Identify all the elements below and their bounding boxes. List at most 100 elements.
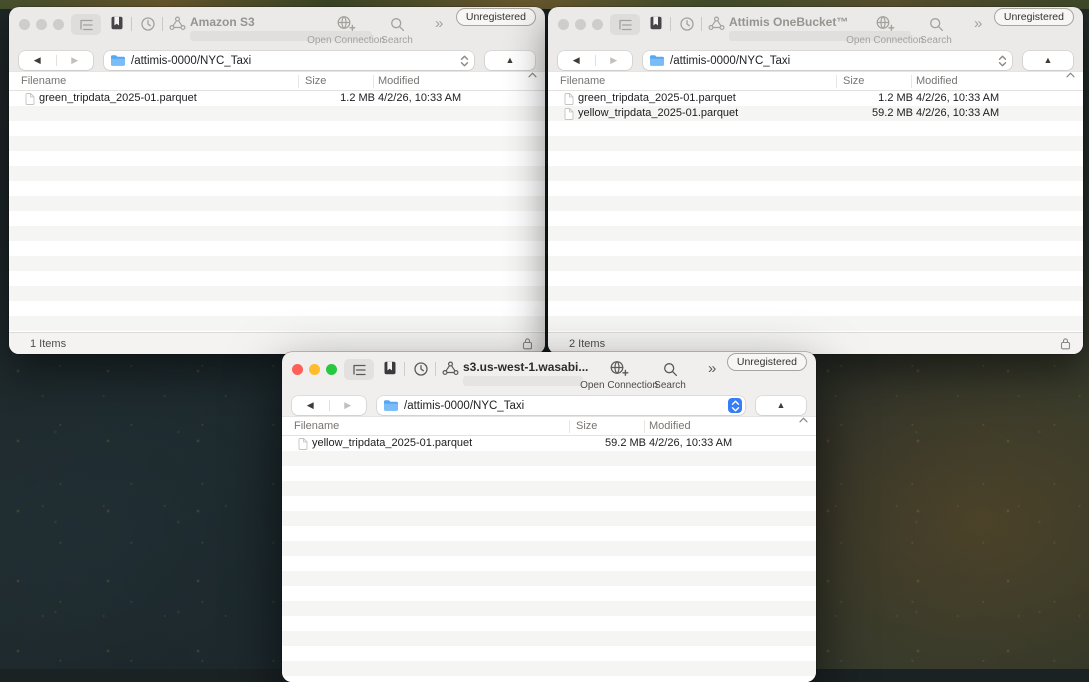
column-size[interactable]: Size xyxy=(843,72,864,91)
path-stepper-icon[interactable] xyxy=(457,53,471,68)
back-button[interactable]: ◀ xyxy=(19,51,56,70)
column-modified[interactable]: Modified xyxy=(916,72,958,91)
minimize-button[interactable] xyxy=(36,19,47,30)
file-name: green_tripdata_2025-01.parquet xyxy=(39,91,197,106)
file-name: yellow_tripdata_2025-01.parquet xyxy=(578,106,738,121)
zoom-button[interactable] xyxy=(53,19,64,30)
file-size: 59.2 MB xyxy=(872,106,913,121)
history-icon[interactable] xyxy=(678,15,695,32)
history-nav-segment: ◀ ▶ xyxy=(558,51,632,70)
column-modified[interactable]: Modified xyxy=(378,72,420,91)
file-row[interactable]: green_tripdata_2025-01.parquet1.2 MB4/2/… xyxy=(9,91,545,106)
window-title: s3.us-west-1.wasabi... xyxy=(463,360,588,374)
outline-view-icon[interactable] xyxy=(610,14,640,35)
file-size: 1.2 MB xyxy=(340,91,375,106)
path-stepper-icon[interactable] xyxy=(728,398,742,413)
go-up-button[interactable]: ▲ xyxy=(1023,51,1073,70)
outline-view-icon[interactable] xyxy=(71,14,101,35)
history-icon[interactable] xyxy=(139,15,156,32)
file-modified: 4/2/26, 10:33 AM xyxy=(916,91,999,106)
back-button[interactable]: ◀ xyxy=(558,51,595,70)
bookmarks-icon[interactable] xyxy=(110,15,124,31)
window-toolbar[interactable]: Amazon S3 Open Connection Search » Unreg… xyxy=(9,7,545,50)
bookmarks-icon[interactable] xyxy=(649,15,663,31)
file-row[interactable]: green_tripdata_2025-01.parquet1.2 MB4/2/… xyxy=(548,91,1083,106)
go-up-button[interactable]: ▲ xyxy=(756,396,806,415)
toolbar-divider xyxy=(162,17,163,31)
file-size: 59.2 MB xyxy=(605,436,646,451)
history-nav-segment: ◀ ▶ xyxy=(292,396,366,415)
connections-icon[interactable] xyxy=(707,15,725,32)
status-bar: 2 Items xyxy=(548,332,1083,354)
search-icon xyxy=(371,13,423,32)
minimize-button[interactable] xyxy=(309,364,320,375)
back-button[interactable]: ◀ xyxy=(292,396,329,415)
search-button[interactable]: Search xyxy=(644,358,696,391)
outline-view-icon[interactable] xyxy=(344,359,374,380)
close-button[interactable] xyxy=(292,364,303,375)
file-icon xyxy=(564,93,574,105)
connections-icon[interactable] xyxy=(168,15,186,32)
forward-button[interactable]: ▶ xyxy=(57,51,94,70)
column-size[interactable]: Size xyxy=(576,417,597,436)
lock-icon xyxy=(522,337,533,350)
unregistered-badge[interactable]: Unregistered xyxy=(727,353,807,371)
file-icon xyxy=(298,438,308,450)
connections-icon[interactable] xyxy=(441,360,459,377)
path-bar: ◀ ▶ /attimis-0000/NYC_Taxi ▲ xyxy=(282,395,816,416)
go-up-button[interactable]: ▲ xyxy=(485,51,535,70)
transfer-status-strip xyxy=(463,376,583,386)
forward-button[interactable]: ▶ xyxy=(330,396,367,415)
path-bar: ◀ ▶ /attimis-0000/NYC_Taxi ▲ xyxy=(9,50,545,71)
window-title: Attimis OneBucket™ xyxy=(729,15,848,29)
browser-window-amazon-s3: Amazon S3 Open Connection Search » Unreg… xyxy=(9,7,545,354)
column-modified[interactable]: Modified xyxy=(649,417,691,436)
window-toolbar[interactable]: s3.us-west-1.wasabi... Open Connection S… xyxy=(282,352,816,395)
path-dropdown[interactable]: /attimis-0000/NYC_Taxi xyxy=(377,396,745,415)
browser-window-attimis-onebucket: Attimis OneBucket™ Open Connection Searc… xyxy=(548,7,1083,354)
current-path: /attimis-0000/NYC_Taxi xyxy=(131,55,457,67)
close-button[interactable] xyxy=(19,19,30,30)
path-dropdown[interactable]: /attimis-0000/NYC_Taxi xyxy=(643,51,1012,70)
traffic-lights xyxy=(19,19,64,30)
toolbar-overflow-chevrons-icon[interactable]: » xyxy=(435,16,442,32)
window-toolbar[interactable]: Attimis OneBucket™ Open Connection Searc… xyxy=(548,7,1083,50)
current-path: /attimis-0000/NYC_Taxi xyxy=(404,400,728,412)
column-filename[interactable]: Filename xyxy=(560,72,605,91)
forward-button[interactable]: ▶ xyxy=(596,51,633,70)
column-filename[interactable]: Filename xyxy=(294,417,339,436)
file-icon xyxy=(564,108,574,120)
file-name: green_tripdata_2025-01.parquet xyxy=(578,91,736,106)
unregistered-badge[interactable]: Unregistered xyxy=(456,8,536,26)
column-size[interactable]: Size xyxy=(305,72,326,91)
file-row[interactable]: yellow_tripdata_2025-01.parquet59.2 MB4/… xyxy=(548,106,1083,121)
file-row[interactable]: yellow_tripdata_2025-01.parquet59.2 MB4/… xyxy=(282,436,816,451)
toolbar-overflow-chevrons-icon[interactable]: » xyxy=(974,16,981,32)
minimize-button[interactable] xyxy=(575,19,586,30)
file-modified: 4/2/26, 10:33 AM xyxy=(649,436,732,451)
zoom-button[interactable] xyxy=(326,364,337,375)
folder-icon xyxy=(383,399,399,412)
sort-ascending-icon xyxy=(1066,72,1075,78)
zoom-button[interactable] xyxy=(592,19,603,30)
column-filename[interactable]: Filename xyxy=(21,72,66,91)
search-button[interactable]: Search xyxy=(371,13,423,46)
path-stepper-icon[interactable] xyxy=(995,53,1009,68)
folder-icon xyxy=(649,54,665,67)
file-list[interactable]: yellow_tripdata_2025-01.parquet59.2 MB4/… xyxy=(282,436,816,682)
folder-icon xyxy=(110,54,126,67)
unregistered-badge[interactable]: Unregistered xyxy=(994,8,1074,26)
current-path: /attimis-0000/NYC_Taxi xyxy=(670,55,995,67)
path-dropdown[interactable]: /attimis-0000/NYC_Taxi xyxy=(104,51,474,70)
bookmarks-icon[interactable] xyxy=(383,360,397,376)
search-button[interactable]: Search xyxy=(910,13,962,46)
close-button[interactable] xyxy=(558,19,569,30)
history-icon[interactable] xyxy=(412,360,429,377)
toolbar-divider xyxy=(701,17,702,31)
toolbar-overflow-chevrons-icon[interactable]: » xyxy=(708,361,715,377)
file-list[interactable]: green_tripdata_2025-01.parquet1.2 MB4/2/… xyxy=(548,91,1083,332)
file-icon xyxy=(25,93,35,105)
search-icon xyxy=(644,358,696,377)
file-list[interactable]: green_tripdata_2025-01.parquet1.2 MB4/2/… xyxy=(9,91,545,332)
toolbar-divider xyxy=(670,17,671,31)
